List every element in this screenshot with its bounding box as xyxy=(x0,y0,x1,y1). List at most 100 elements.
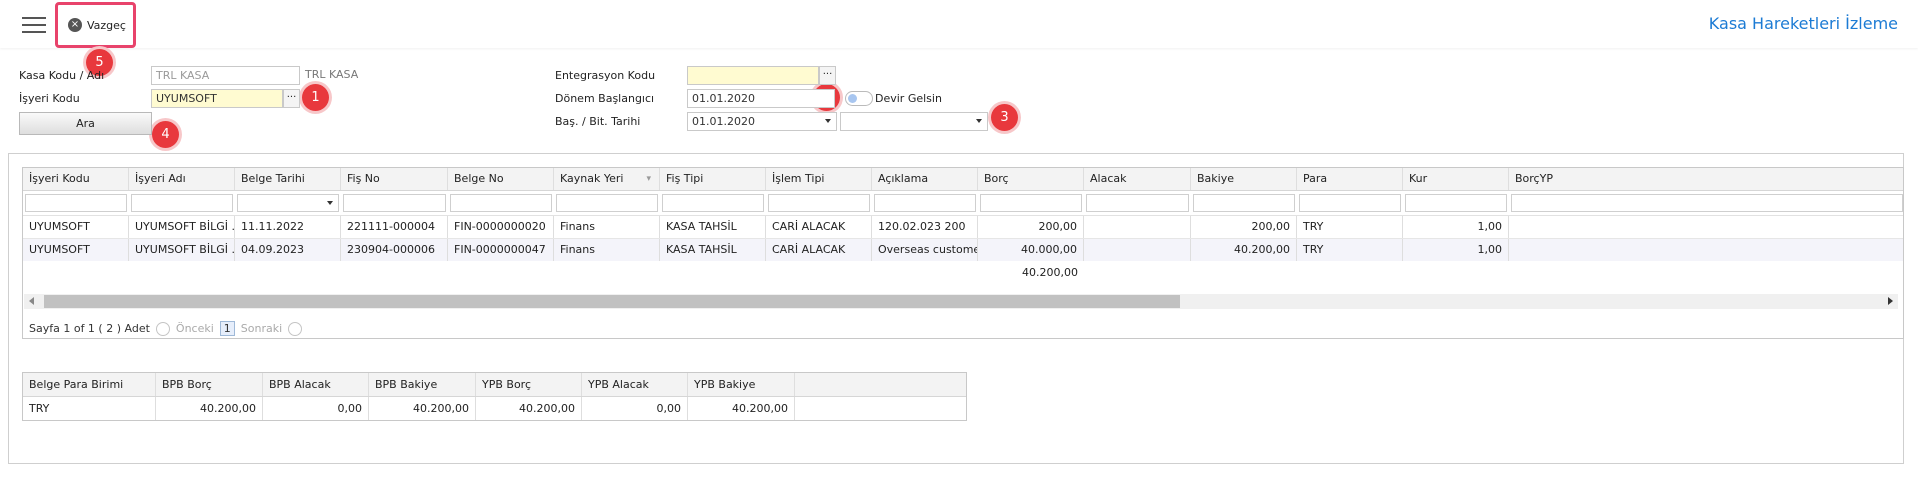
summary-cell: 0,00 xyxy=(263,397,369,420)
cell-i-yeri-kodu: UYUMSOFT xyxy=(23,239,129,261)
page-title: Kasa Hareketleri İzleme xyxy=(1708,14,1898,33)
table-row[interactable]: UYUMSOFT UYUMSOFT BİLGİ ... 11.11.2022 2211… xyxy=(23,216,1903,238)
cell-i-yeri-ad: UYUMSOFT BİLGİ ... xyxy=(129,216,235,238)
filter-input[interactable] xyxy=(25,194,127,212)
entegrasyon-lookup-button[interactable]: ··· xyxy=(819,66,836,85)
entegrasyon-input[interactable] xyxy=(687,66,819,85)
summary-header: BPB Alacak xyxy=(263,373,369,396)
filter-input[interactable] xyxy=(556,194,658,212)
prev-page-icon[interactable] xyxy=(155,321,170,336)
prev-page-button[interactable]: Önceki xyxy=(176,322,214,335)
devir-toggle[interactable] xyxy=(845,91,873,106)
column-header[interactable]: İşyeri Adı xyxy=(129,168,235,190)
pager: Sayfa 1 of 1 ( 2 ) Adet Önceki 1 Sonraki xyxy=(29,321,303,336)
column-header[interactable]: Kaynak Yeri ▾ xyxy=(554,168,660,190)
table-row[interactable]: UYUMSOFT UYUMSOFT BİLGİ ... 04.09.2023 2309… xyxy=(23,238,1903,261)
top-bar xyxy=(0,0,1918,48)
start-date-select[interactable]: 01.01.2020 xyxy=(687,112,837,131)
column-header[interactable]: Belge No xyxy=(448,168,554,190)
column-header[interactable]: Bakiye xyxy=(1191,168,1297,190)
cell-kaynak-yeri: Finans xyxy=(554,216,660,238)
filter-input[interactable] xyxy=(1511,194,1903,212)
column-header[interactable]: Para xyxy=(1297,168,1403,190)
cell-kur: 1,00 xyxy=(1403,239,1509,261)
column-header[interactable]: Borç xyxy=(978,168,1084,190)
toggle-knob xyxy=(848,94,857,103)
cell-bakiye: 40.200,00 xyxy=(1191,239,1297,261)
column-header[interactable]: Açıklama xyxy=(872,168,978,190)
filter-input[interactable] xyxy=(768,194,870,212)
next-page-icon[interactable] xyxy=(288,321,303,336)
devir-label: Devir Gelsin xyxy=(875,92,942,105)
column-header[interactable]: Alacak xyxy=(1084,168,1191,190)
search-button[interactable]: Ara xyxy=(19,112,152,135)
kasa-code-value: TRL KASA xyxy=(156,69,210,82)
filter-input[interactable] xyxy=(1086,194,1189,212)
filter-input[interactable] xyxy=(343,194,446,212)
column-header[interactable]: BorçYP xyxy=(1509,168,1903,190)
filter-input[interactable] xyxy=(450,194,552,212)
bas-bit-label: Baş. / Bit. Tarihi xyxy=(555,115,641,128)
column-header[interactable]: Fiş Tipi xyxy=(660,168,766,190)
cell-a-klama: 120.02.023 200 xyxy=(872,216,978,238)
cancel-label: Vazgeç xyxy=(87,18,126,32)
cell-alacak xyxy=(1084,239,1191,261)
filter-input[interactable] xyxy=(980,194,1082,212)
isyeri-code-input[interactable]: UYUMSOFT xyxy=(151,89,283,108)
cell-belge-no: FIN-0000000020 xyxy=(448,216,554,238)
cell-i-yeri-ad: UYUMSOFT BİLGİ ... xyxy=(129,239,235,261)
filter-input[interactable] xyxy=(662,194,764,212)
column-header[interactable]: Belge Tarihi xyxy=(235,168,341,190)
currency-summary-table: Belge Para Birimi BPB Borç BPB Alacak BPB B… xyxy=(22,372,967,421)
summary-cell: 40.200,00 xyxy=(156,397,263,420)
summary-header: YPB Borç xyxy=(476,373,582,396)
filter-input[interactable] xyxy=(874,194,976,212)
donem-label: Dönem Başlangıcı xyxy=(555,92,655,105)
menu-icon[interactable] xyxy=(22,17,46,33)
scroll-left-icon[interactable] xyxy=(29,297,34,305)
cell-bor: 40.000,00 xyxy=(978,239,1084,261)
scrollbar-thumb[interactable] xyxy=(44,295,1180,308)
cell-bor: 200,00 xyxy=(978,216,1084,238)
filter-input[interactable] xyxy=(1299,194,1401,212)
close-icon: × xyxy=(68,18,82,32)
donem-date-input[interactable]: 01.01.2020 xyxy=(687,89,835,108)
summary-cell: 0,00 xyxy=(582,397,688,420)
chevron-down-icon xyxy=(327,201,333,205)
scroll-right-icon[interactable] xyxy=(1888,297,1893,305)
column-header[interactable]: Kur xyxy=(1403,168,1509,190)
column-header[interactable]: İşyeri Kodu xyxy=(23,168,129,190)
page-number[interactable]: 1 xyxy=(219,321,235,336)
isyeri-label: İşyeri Kodu xyxy=(19,92,80,105)
chevron-down-icon xyxy=(976,119,982,123)
start-date-value: 01.01.2020 xyxy=(692,115,755,128)
isyeri-code-value: UYUMSOFT xyxy=(156,92,217,105)
column-header[interactable]: İşlem Tipi xyxy=(766,168,872,190)
filter-input[interactable] xyxy=(1405,194,1507,212)
filter-input[interactable] xyxy=(131,194,233,212)
summary-header-row: Belge Para Birimi BPB Borç BPB Alacak BPB B… xyxy=(23,373,966,397)
summary-cell: 40.200,00 xyxy=(369,397,476,420)
horizontal-scrollbar[interactable] xyxy=(24,294,1898,309)
next-page-button[interactable]: Sonraki xyxy=(241,322,282,335)
cell-kur: 1,00 xyxy=(1403,216,1509,238)
cell-para: TRY xyxy=(1297,216,1403,238)
filter-input[interactable] xyxy=(237,194,339,212)
summary-header: BPB Bakiye xyxy=(369,373,476,396)
cell-belge-tarihi: 04.09.2023 xyxy=(235,239,341,261)
step-badge-1: 1 xyxy=(302,84,329,111)
kasa-code-input[interactable]: TRL KASA xyxy=(151,66,300,85)
cell-bor-yp xyxy=(1509,239,1903,261)
borc-total: 40.200,00 xyxy=(1022,266,1078,279)
cell-i-lem-tipi: CARİ ALACAK xyxy=(766,216,872,238)
entegrasyon-label: Entegrasyon Kodu xyxy=(555,69,656,82)
filter-icon[interactable]: ▾ xyxy=(646,168,651,190)
filter-input[interactable] xyxy=(1193,194,1295,212)
column-header[interactable]: Fiş No xyxy=(341,168,448,190)
summary-header: BPB Borç xyxy=(156,373,263,396)
grid-filter-row xyxy=(23,191,1903,216)
cancel-button[interactable]: × Vazgeç xyxy=(68,16,126,34)
isyeri-lookup-button[interactable]: ··· xyxy=(283,89,300,108)
cell-fi-no: 221111-000004 xyxy=(341,216,448,238)
end-date-select[interactable] xyxy=(840,112,988,131)
